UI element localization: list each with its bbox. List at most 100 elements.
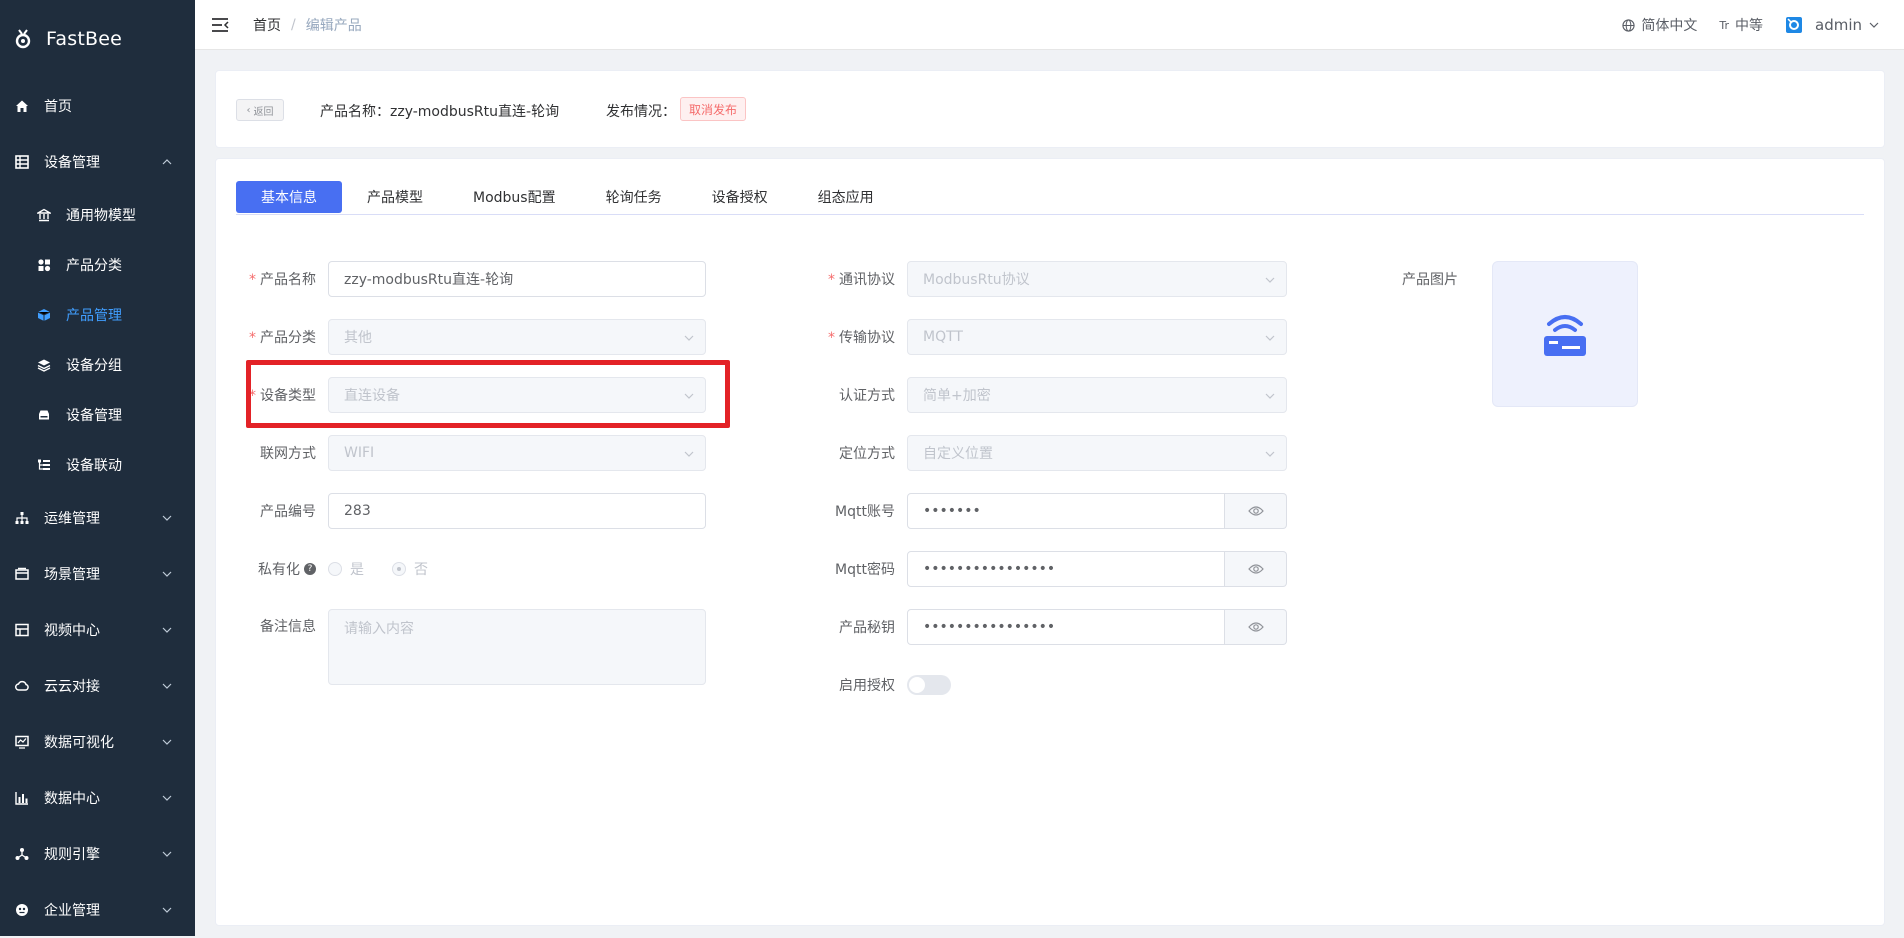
router-icon xyxy=(1544,315,1586,356)
home-icon xyxy=(14,98,30,114)
remark-textarea[interactable]: 请输入内容 xyxy=(328,609,706,685)
network-select[interactable]: WIFI xyxy=(328,435,706,471)
category-select[interactable]: 其他 xyxy=(328,319,706,355)
product-info-card: ‹ 返回 产品名称：zzy-modbusRtu直连-轮询 发布情况： 取消发布 xyxy=(215,70,1885,148)
product-name-field-label: 产品名称 xyxy=(260,272,316,288)
location-value: 自定义位置 xyxy=(923,446,993,462)
sidebar-item-data-center[interactable]: 数据中心 xyxy=(0,770,195,826)
sidebar-item-device-mgmt[interactable]: 设备管理 xyxy=(0,134,195,190)
sidebar-item-label: 企业管理 xyxy=(44,903,100,919)
tab-polling-task[interactable]: 轮询任务 xyxy=(581,181,687,213)
sidebar-item-cloud[interactable]: 云云对接 xyxy=(0,658,195,714)
sidebar-item-home[interactable]: 首页 xyxy=(0,78,195,134)
transport-select[interactable]: MQTT xyxy=(907,319,1287,355)
product-secret-group: •••••••••••••••• xyxy=(907,609,1287,645)
sidebar-item-ops[interactable]: 运维管理 xyxy=(0,490,195,546)
form-row-transport: * 传输协议 MQTT xyxy=(827,319,1287,355)
app-name: FastBee xyxy=(46,28,122,50)
avatar xyxy=(1786,17,1802,33)
show-password-button[interactable] xyxy=(1225,609,1287,645)
chevron-down-icon xyxy=(684,335,694,341)
network-value: WIFI xyxy=(344,445,375,461)
sidebar-item-label: 场景管理 xyxy=(44,567,100,583)
show-password-button[interactable] xyxy=(1225,493,1287,529)
form-row-category: * 产品分类 其他 xyxy=(248,319,706,355)
menu-fold-icon[interactable] xyxy=(211,17,229,33)
enable-auth-switch[interactable] xyxy=(907,675,951,695)
tab-device-auth[interactable]: 设备授权 xyxy=(687,181,793,213)
sidebar-item-device-linkage[interactable]: 设备联动 xyxy=(0,440,195,490)
location-select[interactable]: 自定义位置 xyxy=(907,435,1287,471)
chevron-down-icon xyxy=(162,627,172,633)
product-secret-input[interactable]: •••••••••••••••• xyxy=(907,609,1225,645)
tab-modbus-config[interactable]: Modbus配置 xyxy=(448,181,581,213)
form-row-remark: 备注信息 请输入内容 xyxy=(248,609,706,685)
product-name-display: 产品名称：zzy-modbusRtu直连-轮询 xyxy=(320,101,559,121)
eye-icon xyxy=(1247,622,1264,632)
chevron-down-icon xyxy=(1869,22,1879,28)
sidebar-item-device-group[interactable]: 设备分组 xyxy=(0,340,195,390)
product-image-upload[interactable] xyxy=(1492,261,1638,407)
publish-status-label: 发布情况： xyxy=(606,104,676,120)
size-label: 中等 xyxy=(1735,18,1763,34)
tab-basic-info[interactable]: 基本信息 xyxy=(236,181,342,213)
sidebar-item-label: 设备管理 xyxy=(44,155,100,171)
product-no-input[interactable]: 283 xyxy=(328,493,706,529)
bank-icon xyxy=(36,207,52,223)
sidebar-item-scene[interactable]: 场景管理 xyxy=(0,546,195,602)
location-field-label: 定位方式 xyxy=(839,446,895,462)
protocol-value: ModbusRtu协议 xyxy=(923,272,1030,288)
protocol-select[interactable]: ModbusRtu协议 xyxy=(907,261,1287,297)
sidebar-item-rule-engine[interactable]: 规则引擎 xyxy=(0,826,195,882)
sidebar-item-video[interactable]: 视频中心 xyxy=(0,602,195,658)
mqtt-password-input[interactable]: •••••••••••••••• xyxy=(907,551,1225,587)
enable-auth-field-label: 启用授权 xyxy=(839,678,895,694)
mqtt-account-group: ••••••• xyxy=(907,493,1287,529)
size-switch[interactable]: Tr 中等 xyxy=(1719,15,1763,35)
auth-field-label: 认证方式 xyxy=(839,388,895,404)
sidebar-item-label: 设备管理 xyxy=(66,408,122,424)
show-password-button[interactable] xyxy=(1225,551,1287,587)
form-row-enable-auth: 启用授权 xyxy=(827,667,951,703)
form-row-mqtt-account: Mqtt账号 ••••••• xyxy=(827,493,1287,529)
transport-value: MQTT xyxy=(923,329,963,345)
product-name-input[interactable]: zzy-modbusRtu直连-轮询 xyxy=(328,261,706,297)
sidebar-item-product-mgmt[interactable]: 产品管理 xyxy=(0,290,195,340)
category-icon xyxy=(36,257,52,273)
cube-icon xyxy=(36,307,52,323)
username: admin xyxy=(1815,16,1862,34)
unpublish-button[interactable]: 取消发布 xyxy=(680,97,747,121)
layers-icon xyxy=(36,357,52,373)
private-radio-yes[interactable]: 是 xyxy=(328,559,364,579)
tab-scada-app[interactable]: 组态应用 xyxy=(793,181,899,213)
chevron-down-icon xyxy=(162,851,172,857)
private-radio-no[interactable]: 否 xyxy=(392,559,428,579)
auth-select[interactable]: 简单+加密 xyxy=(907,377,1287,413)
back-button[interactable]: ‹ 返回 xyxy=(236,99,284,121)
language-switch[interactable]: 简体中文 xyxy=(1622,15,1697,35)
network-field-label: 联网方式 xyxy=(260,446,316,462)
product-no-field-label: 产品编号 xyxy=(260,504,316,520)
breadcrumb-separator: / xyxy=(291,16,296,33)
user-menu[interactable]: admin xyxy=(1785,16,1880,34)
logo[interactable]: FastBee xyxy=(0,0,195,78)
grid-icon xyxy=(14,622,30,638)
monitor-chart-icon xyxy=(14,734,30,750)
breadcrumb-home[interactable]: 首页 xyxy=(253,15,281,35)
form-row-mqtt-password: Mqtt密码 •••••••••••••••• xyxy=(827,551,1287,587)
hierarchy-icon xyxy=(14,510,30,526)
sidebar-item-thing-model[interactable]: 通用物模型 xyxy=(0,190,195,240)
chevron-down-icon xyxy=(162,907,172,913)
sidebar-item-visualization[interactable]: 数据可视化 xyxy=(0,714,195,770)
form-row-product-no: 产品编号 283 xyxy=(248,493,706,529)
sidebar-item-device-list[interactable]: 设备管理 xyxy=(0,390,195,440)
sidebar-item-enterprise[interactable]: 企业管理 xyxy=(0,882,195,938)
cloud-icon xyxy=(14,678,30,694)
transport-field-label: 传输协议 xyxy=(839,330,895,346)
mqtt-account-input[interactable]: ••••••• xyxy=(907,493,1225,529)
radio-circle xyxy=(392,562,406,576)
tab-product-model[interactable]: 产品模型 xyxy=(342,181,448,213)
chevron-down-icon xyxy=(1265,451,1275,457)
help-icon[interactable]: ? xyxy=(304,563,316,575)
sidebar-item-product-category[interactable]: 产品分类 xyxy=(0,240,195,290)
